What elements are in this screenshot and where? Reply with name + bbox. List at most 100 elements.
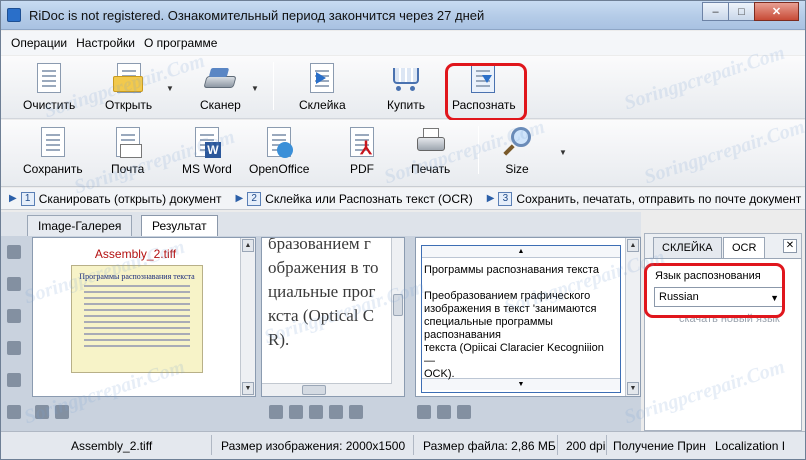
status-dpi: 200 dpi — [566, 439, 606, 453]
minimize-button[interactable]: – — [702, 2, 729, 21]
main-toolbar: Очистить Открыть ▼ Сканер ▼ Склейка Купи… — [1, 56, 805, 119]
mail-label: Почта — [111, 162, 145, 176]
tab-gallery[interactable]: Image-Галерея — [27, 215, 133, 236]
rotate-icon[interactable] — [7, 373, 21, 387]
document-thumbnail[interactable]: Программы распознавания текста — [71, 265, 203, 373]
buy-label: Купить — [387, 98, 425, 112]
pdf-label: PDF — [350, 162, 374, 176]
openoffice-icon — [263, 126, 295, 158]
mail-icon — [112, 126, 144, 158]
preview-bottom-tools — [269, 405, 369, 421]
arrow-right-icon: ▶ — [486, 193, 495, 204]
tab-result[interactable]: Результат — [141, 215, 218, 236]
ocr-scrollbar[interactable]: ▲ ▼ — [625, 238, 640, 396]
print-button[interactable]: Печать — [411, 126, 450, 176]
arrow-right-icon: ▶ — [9, 193, 17, 204]
pdf-button[interactable]: ⅄ PDF — [346, 126, 378, 176]
scanner-dropdown-arrow[interactable]: ▼ — [251, 84, 259, 93]
status-file-size: Размер файла: 2,86 МБ — [423, 439, 556, 453]
view-tabs: Image-Галерея Результат — [1, 212, 641, 236]
maximize-button[interactable]: □ — [728, 2, 755, 21]
word-icon: W — [191, 126, 223, 158]
preview-hscrollbar[interactable] — [262, 383, 392, 396]
menu-about[interactable]: О программе — [144, 36, 217, 50]
size-label: Size — [505, 162, 529, 176]
print-label: Печать — [411, 162, 451, 176]
recognize-highlight — [445, 63, 527, 121]
size-dropdown-arrow[interactable]: ▼ — [559, 148, 567, 157]
page-icon[interactable] — [35, 405, 49, 419]
size-button[interactable]: Size — [501, 126, 533, 176]
language-highlight — [644, 263, 785, 318]
status-filename: Assembly_2.tiff — [71, 439, 153, 453]
thumbnail-heading: Программы распознавания текста — [79, 272, 195, 281]
openoffice-label: OpenOffice — [249, 162, 310, 176]
close-icon[interactable]: ✕ — [783, 239, 797, 253]
arrow-right-icon: ▶ — [235, 193, 244, 204]
status-localization: Localization I — [715, 439, 786, 453]
move-down-icon[interactable] — [7, 277, 21, 291]
status-bar: Assembly_2.tiff Размер изображения: 2000… — [1, 431, 805, 459]
step-2[interactable]: ▶ 2 Склейка или Распознать текст (OCR) — [235, 191, 473, 206]
openoffice-button[interactable]: OpenOffice — [249, 126, 309, 176]
menu-bar: Операции Настройки О программе — [1, 31, 805, 55]
edit-icon[interactable] — [437, 405, 451, 419]
step-3[interactable]: ▶ 3 Сохранить, печатать, отправить по по… — [486, 191, 801, 206]
step-1[interactable]: ▶ 1 Сканировать (открыть) документ — [9, 191, 221, 206]
clear-button[interactable]: Очистить — [23, 62, 75, 112]
status-image-size: Размер изображения: 2000x1500 — [221, 439, 406, 453]
window-title: RiDoc is not registered. Ознакомительный… — [29, 8, 485, 23]
pdf-icon: ⅄ — [346, 126, 378, 158]
clear-label: Очистить — [23, 98, 76, 112]
tab-ocr[interactable]: OCR — [723, 237, 766, 258]
menu-operations[interactable]: Операции — [11, 36, 67, 50]
side-tools — [5, 241, 27, 460]
export-toolbar: Сохранить Почта W MS Word OpenOffice ⅄ P… — [1, 120, 805, 187]
buy-button[interactable]: Купить — [387, 62, 425, 112]
save-label: Сохранить — [23, 162, 83, 176]
paste-icon[interactable] — [7, 341, 21, 355]
open-label: Открыть — [105, 98, 153, 112]
page-icon[interactable] — [55, 405, 69, 419]
open-dropdown-arrow[interactable]: ▼ — [166, 84, 174, 93]
open-button[interactable]: Открыть — [105, 62, 152, 112]
menu-settings[interactable]: Настройки — [76, 36, 135, 50]
printer-icon — [415, 126, 447, 158]
text-bottom-tools — [417, 405, 477, 421]
workflow-steps: ▶ 1 Сканировать (открыть) документ ▶ 2 С… — [1, 188, 805, 210]
settings-icon[interactable] — [7, 405, 21, 419]
close-button[interactable]: ✕ — [754, 2, 799, 21]
zoom-icon[interactable] — [329, 405, 343, 419]
scroll-up-icon[interactable]: ▲ — [422, 246, 620, 258]
app-icon — [7, 8, 21, 22]
edit-icon[interactable] — [417, 405, 431, 419]
page-icon[interactable] — [7, 309, 21, 323]
merge-icon — [306, 62, 338, 94]
ocr-text-panel: ▲ ▼ Программы распознавания текста Преоб… — [415, 237, 641, 397]
clear-icon — [33, 62, 65, 94]
zoom-icon[interactable] — [309, 405, 323, 419]
zoom-icon[interactable] — [349, 405, 363, 419]
gallery-panel: Assembly_2.tiff Программы распознавания … — [32, 237, 256, 397]
cart-icon — [390, 62, 422, 94]
preview-scrollbar[interactable] — [391, 238, 404, 396]
mail-button[interactable]: Почта — [111, 126, 144, 176]
merge-button[interactable]: Склейка — [299, 62, 346, 112]
scanner-label: Сканер — [200, 98, 241, 112]
status-receive: Получение Прин — [613, 439, 706, 453]
ocr-text-content[interactable]: Программы распознавания текста Преобразо… — [424, 264, 610, 381]
edit-icon[interactable] — [457, 405, 471, 419]
gallery-scrollbar[interactable]: ▲ ▼ — [240, 238, 255, 396]
move-up-icon[interactable] — [7, 245, 21, 259]
zoom-icon[interactable] — [269, 405, 283, 419]
magnifier-icon — [501, 126, 533, 158]
image-preview[interactable]: бразованием г ображения в то циальные пр… — [261, 237, 405, 397]
save-button[interactable]: Сохранить — [23, 126, 83, 176]
scanner-icon — [203, 62, 238, 94]
msword-button[interactable]: W MS Word — [182, 126, 232, 176]
thumbnail-filename: Assembly_2.tiff — [94, 247, 177, 261]
tab-merge[interactable]: СКЛЕЙКА — [653, 237, 722, 258]
scanner-button[interactable]: Сканер — [200, 62, 241, 112]
zoom-icon[interactable] — [289, 405, 303, 419]
save-icon — [37, 126, 69, 158]
